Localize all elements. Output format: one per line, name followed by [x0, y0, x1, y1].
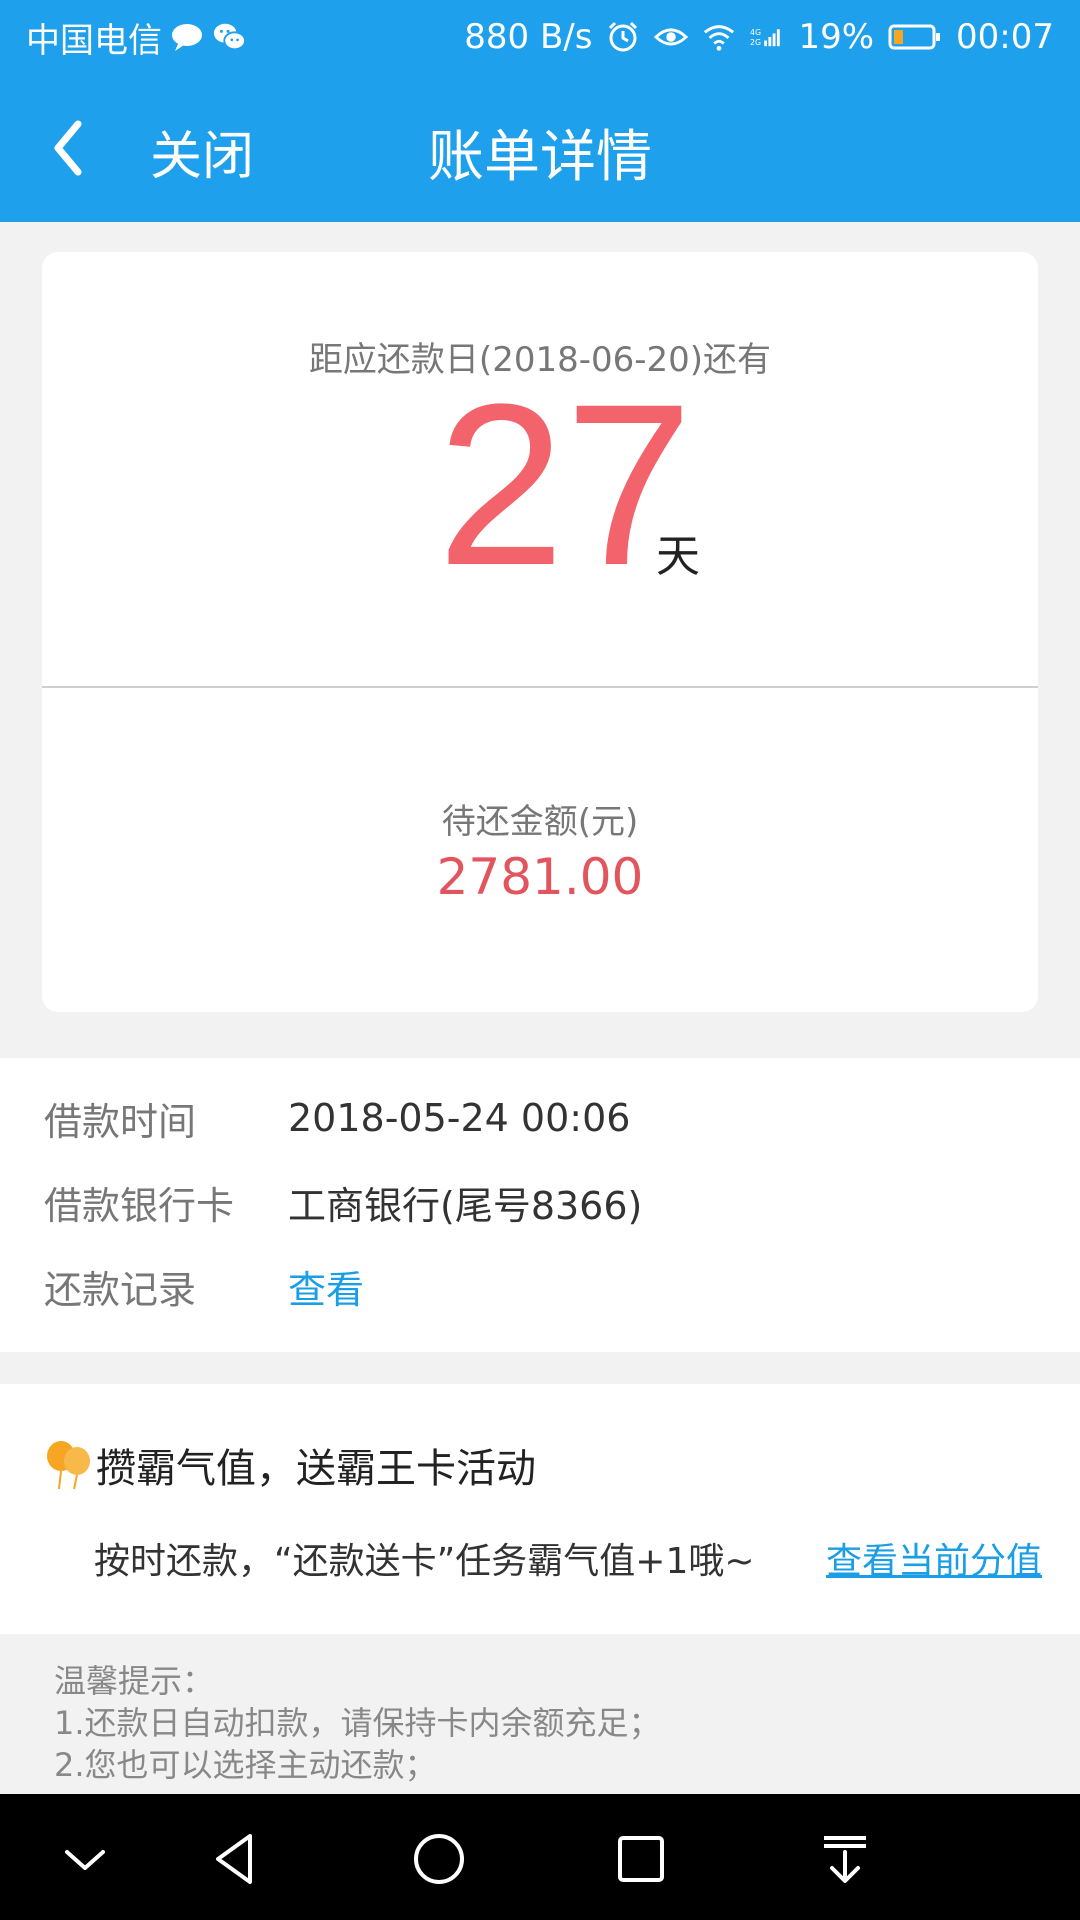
- amount-due-value: 2781.00: [436, 848, 644, 906]
- balloon-icon: [44, 1439, 92, 1491]
- clock: 00:07: [956, 17, 1054, 57]
- battery-icon: [888, 20, 942, 54]
- loan-time-row: 借款时间 2018-05-24 00:06: [44, 1088, 630, 1148]
- system-navigation-bar: [0, 1794, 1080, 1920]
- eye-icon: [654, 20, 689, 54]
- view-score-link[interactable]: 查看当前分值: [826, 1532, 1042, 1584]
- svg-text:2G: 2G: [750, 38, 761, 47]
- bank-card-row: 借款银行卡 工商银行(尾号8366): [44, 1172, 642, 1232]
- network-speed: 880 B/s: [464, 17, 593, 57]
- home-circle-icon[interactable]: [404, 1824, 474, 1894]
- promo-description: 按时还款，“还款送卡”任务霸气值+1哦~: [94, 1541, 755, 1582]
- alarm-icon: [606, 20, 640, 54]
- svg-text:4G: 4G: [750, 28, 761, 37]
- bank-card-value: 工商银行(尾号8366): [288, 1183, 643, 1228]
- nav-header: 关闭 账单详情: [0, 74, 1080, 222]
- due-summary-card: 距应还款日(2018-06-20)还有 27 天 待还金额(元) 2781.00: [42, 252, 1038, 1012]
- tips-line: 1.还款日自动扣款，请保持卡内余额充足；: [54, 1704, 661, 1742]
- card-divider: [42, 686, 1038, 688]
- repayment-record-row: 还款记录 查看: [44, 1256, 364, 1316]
- amount-due-label: 待还金额(元): [441, 802, 639, 842]
- wechat-icon: [212, 20, 246, 54]
- loan-time-value: 2018-05-24 00:06: [288, 1096, 631, 1140]
- loan-time-label: 借款时间: [44, 1099, 197, 1144]
- signal-icon: 4G 2G: [750, 20, 784, 54]
- carrier-label: 中国电信: [26, 20, 162, 61]
- wifi-icon: [702, 20, 736, 54]
- recents-square-icon[interactable]: [606, 1824, 676, 1894]
- promo-section: 攒霸气值，送霸王卡活动 按时还款，“还款送卡”任务霸气值+1哦~ 查看当前分值: [0, 1384, 1080, 1634]
- bank-card-label: 借款银行卡: [44, 1183, 235, 1228]
- tips-line: 2.您也可以选择主动还款；: [54, 1746, 437, 1784]
- promo-heading: 攒霸气值，送霸王卡活动: [44, 1436, 536, 1494]
- battery-percent: 19%: [798, 17, 875, 57]
- chevron-down-icon[interactable]: [50, 1824, 120, 1894]
- view-records-link[interactable]: 查看: [288, 1259, 364, 1314]
- loan-info-section: 借款时间 2018-05-24 00:06 借款银行卡 工商银行(尾号8366)…: [0, 1058, 1080, 1352]
- notification-pulldown-icon[interactable]: [810, 1824, 880, 1894]
- tips-heading: 温馨提示：: [54, 1662, 215, 1700]
- back-triangle-icon[interactable]: [200, 1824, 270, 1894]
- promo-title: 攒霸气值，送霸王卡活动: [96, 1446, 536, 1492]
- tips-block: 温馨提示： 1.还款日自动扣款，请保持卡内余额充足； 2.您也可以选择主动还款；: [54, 1660, 1034, 1786]
- status-bar: 中国电信 880 B/s 4G 2G 19% 00:07: [0, 0, 1080, 74]
- page-title: 账单详情: [428, 125, 652, 190]
- days-remaining: 27: [437, 356, 693, 613]
- message-bubble-icon: [170, 20, 204, 54]
- repayment-record-label: 还款记录: [44, 1267, 197, 1312]
- days-unit: 天: [656, 531, 700, 582]
